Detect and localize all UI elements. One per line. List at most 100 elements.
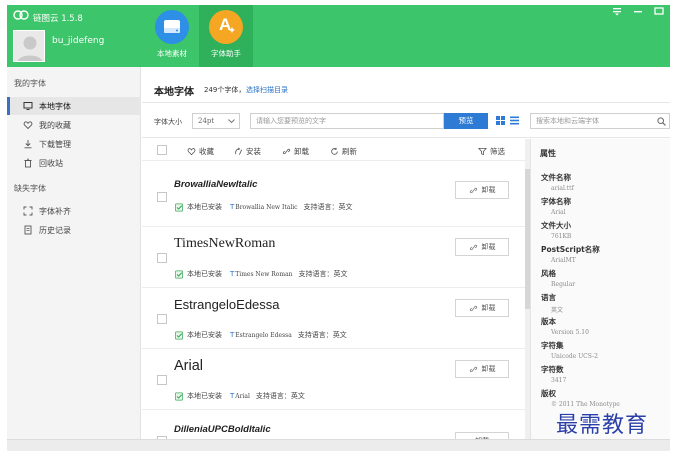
property-key: 字符集 [541,341,564,350]
heart-icon [187,148,196,156]
uninstall-button[interactable]: 卸载 [455,360,509,378]
property-char-count: 字符数 3417 [541,364,566,384]
uninstall-action[interactable]: 卸载 [282,146,309,157]
sidebar-item-label: 回收站 [39,158,63,168]
grid-view-icon[interactable] [496,116,505,125]
supported-language: 支持语言：英文 [303,203,353,211]
font-size-select[interactable]: 24pt [192,113,240,129]
font-row[interactable]: EstrangeloEdessa 本地已安装 T Estrangelo Edes… [142,288,525,349]
filter-action[interactable]: 筛选 [478,146,505,157]
menu-icon[interactable] [611,5,623,17]
refresh-action[interactable]: 刷新 [330,146,357,157]
toolbar: 字体大小 24pt 请输入您要预览的文字 预览 搜索本地和云端字体 [142,104,670,138]
nav-label: 本地素材 [157,49,187,58]
font-tag-icon: T [230,270,235,278]
section-title-missing-fonts: 缺失字体 [14,184,46,193]
scan-directory-link[interactable]: 选择扫描目录 [246,85,288,95]
install-status: 本地已安装 [187,392,222,400]
property-key: 版权 [541,389,556,398]
property-version: 版本 Version 5.10 [541,316,589,336]
main-header: 本地字体 249个字体， 选择扫描目录 [142,67,670,103]
sidebar-item-local-fonts[interactable]: 本地字体 [7,97,141,115]
install-status: 本地已安装 [187,331,222,339]
uninstall-button[interactable]: 卸载 [455,181,509,199]
sidebar-item-label: 字体补齐 [39,206,71,216]
action-label: 卸载 [294,147,309,156]
link-icon [469,244,477,250]
hard-drive-icon [155,10,189,44]
filter-icon [478,147,487,156]
property-value: 761KB [551,233,572,240]
heart-icon [23,121,33,130]
preview-button[interactable]: 预览 [444,113,488,129]
section-title-my-fonts: 我的字体 [14,79,46,88]
font-a-icon: A [209,10,243,44]
link-icon [469,305,477,311]
list-view-icon[interactable] [510,116,519,125]
row-checkbox[interactable] [157,192,167,202]
sidebar-item-downloads[interactable]: 下载管理 [7,135,141,153]
username[interactable]: bu_jidefeng [52,36,104,46]
property-file-name: 文件名称 arial.ttf [541,172,574,192]
sidebar-item-font-fill[interactable]: 字体补齐 [7,202,141,220]
search-input[interactable]: 搜索本地和云端字体 [530,113,670,129]
nav-font-helper[interactable]: A 字体助手 [199,5,253,67]
sidebar-item-label: 下载管理 [39,139,71,149]
property-key: 字符数 [541,365,564,374]
uninstall-label: 卸载 [481,365,496,373]
preview-text-input[interactable]: 请输入您要预览的文字 [250,113,444,129]
status-bar [7,439,670,451]
property-key: 版本 [541,317,556,326]
font-id: Arial [235,392,250,400]
nav-label: 字体助手 [211,49,241,58]
minimize-icon[interactable] [632,5,644,17]
font-row[interactable]: TimesNewRoman 本地已安装 T Times New Roman 支持… [142,227,525,288]
select-all-checkbox[interactable] [157,145,167,155]
font-size-value: 24pt [198,117,215,125]
sidebar-item-favorites[interactable]: 我的收藏 [7,116,141,134]
row-checkbox[interactable] [157,375,167,385]
font-id: Times New Roman [235,270,293,278]
uninstall-button[interactable]: 卸载 [455,299,509,317]
install-action[interactable]: 安装 [234,146,261,157]
property-key: PostScript名称 [541,245,600,254]
action-label: 收藏 [199,147,214,156]
font-count: 249个字体， [204,86,246,94]
row-checkbox[interactable] [157,253,167,263]
property-value: 3417 [551,377,567,384]
link-icon [282,148,291,155]
property-copyright: 版权 © 2011 The Monotype [541,388,620,408]
properties-panel: 属性 文件名称 arial.ttf 字体名称 Arial 文件大小 761KB … [530,139,670,439]
window-controls [611,5,670,19]
main-panel: 本地字体 249个字体， 选择扫描目录 字体大小 24pt 请输入您要预览的文字… [142,67,670,439]
maximize-icon[interactable] [653,5,665,17]
avatar[interactable] [13,30,45,62]
page-title: 本地字体 [154,87,194,98]
nav-local-assets[interactable]: 本地素材 [145,5,199,67]
property-font-name: 字体名称 Arial [541,196,571,216]
font-id: Estrangelo Edessa [235,331,292,339]
uninstall-label: 卸载 [481,243,496,251]
supported-language: 支持语言：英文 [297,331,347,339]
list-actions-bar: 收藏 安装 卸载 刷新 筛选 [142,139,525,161]
uninstall-label: 卸载 [481,304,496,312]
font-name: Arial [174,358,204,374]
action-label: 安装 [246,147,261,156]
uninstall-button[interactable]: 卸载 [455,432,509,439]
supported-language: 支持语言：英文 [298,270,348,278]
sidebar-item-label: 本地字体 [39,101,71,111]
font-row[interactable]: BrowalliaNewItalic 本地已安装 T Browallia New… [142,166,525,227]
uninstall-button[interactable]: 卸载 [455,238,509,256]
row-checkbox[interactable] [157,314,167,324]
font-list: 收藏 安装 卸载 刷新 筛选 BrowalliaNewItalic 本地已安装 … [142,139,525,439]
favorite-action[interactable]: 收藏 [187,146,214,157]
installed-check-icon [175,392,184,400]
search-icon[interactable] [657,117,666,126]
sidebar-item-trash[interactable]: 回收站 [7,154,141,172]
watermark: 最需教育 [556,413,649,438]
font-row[interactable]: DilleniaUPCBoldItalic 卸载 [142,410,525,439]
font-meta: 本地已安装 T Estrangelo Edessa 支持语言：英文 [175,330,347,340]
font-name: BrowalliaNewItalic [174,179,258,190]
sidebar-item-history[interactable]: 历史记录 [7,221,141,239]
font-row[interactable]: Arial 本地已安装 T Arial 支持语言：英文 卸载 [142,349,525,410]
